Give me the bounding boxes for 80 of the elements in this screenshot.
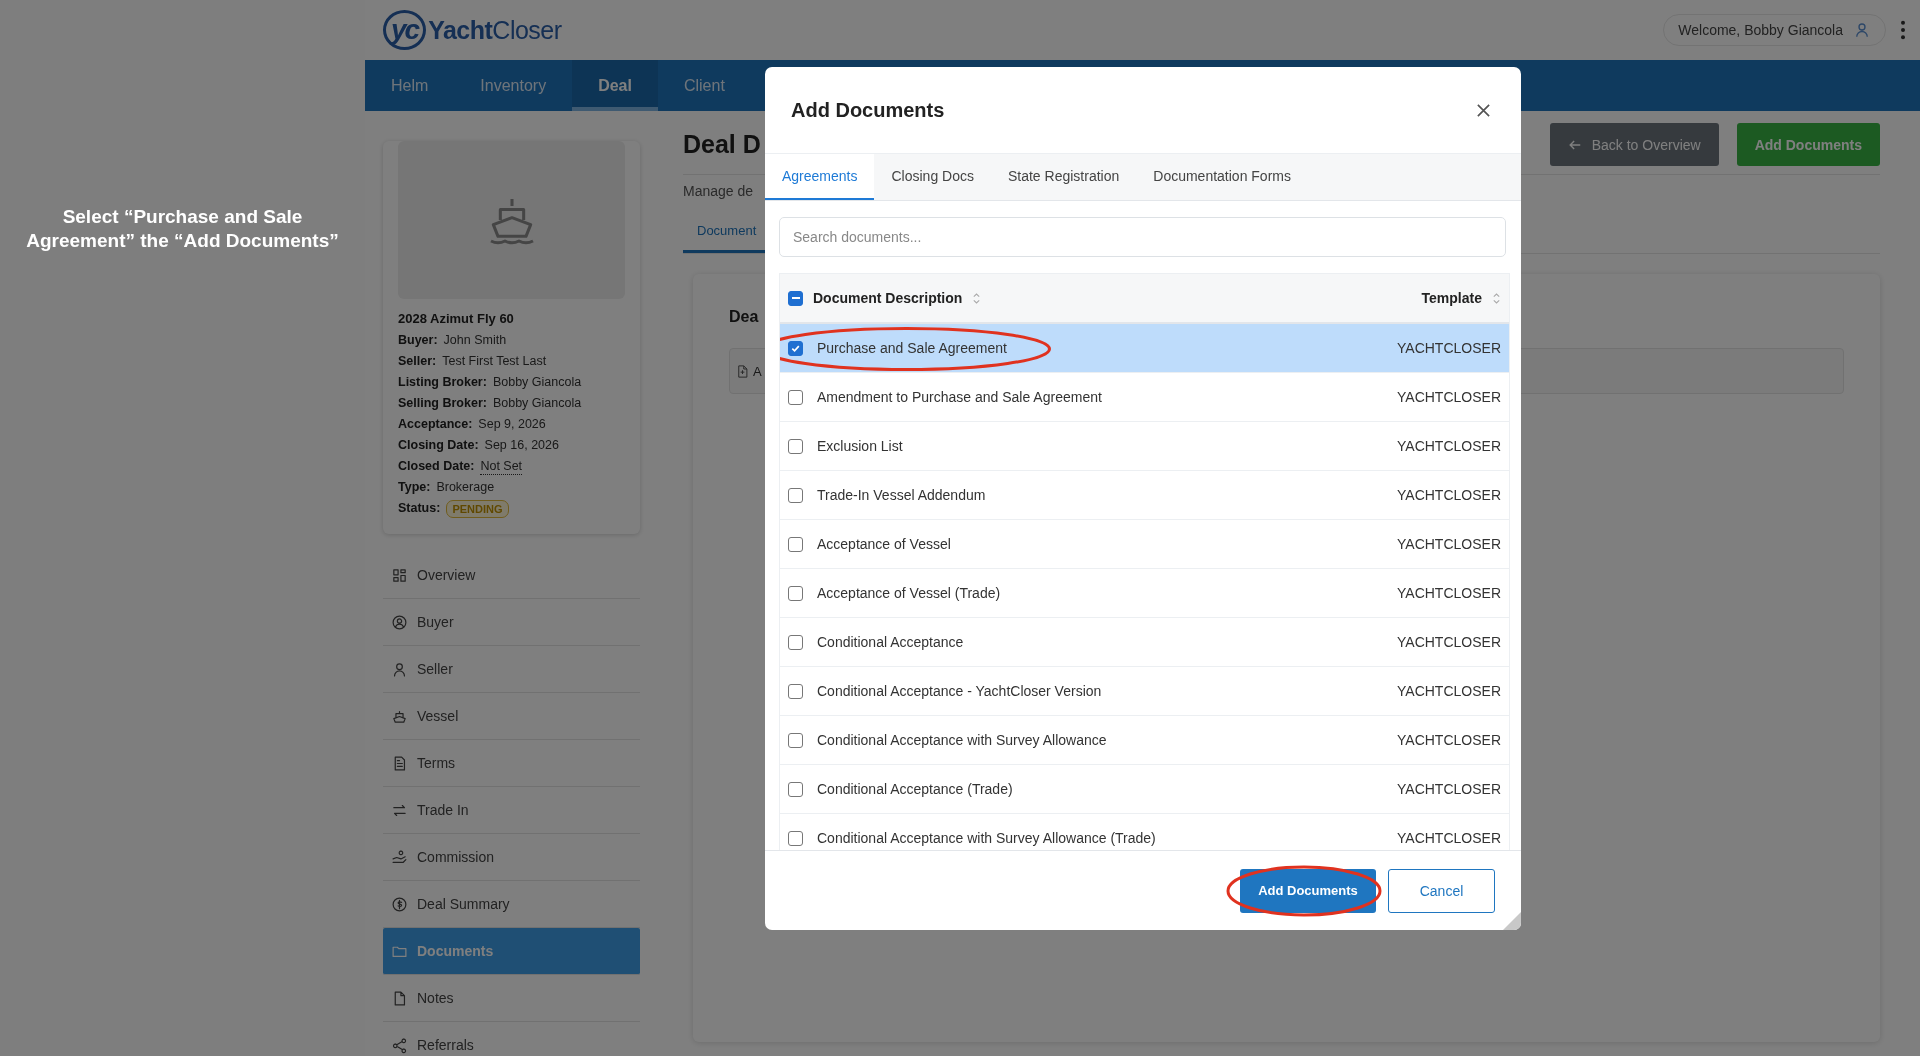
table-cell: Conditional Acceptance with Survey Allowance (Trade) bbox=[817, 830, 1156, 846]
logo-mark: yc bbox=[383, 10, 427, 50]
page-title: Deal D bbox=[683, 130, 761, 159]
field-value: Brokerage bbox=[436, 479, 495, 496]
more-icon[interactable] bbox=[1900, 20, 1906, 40]
status-badge: PENDING bbox=[446, 499, 509, 518]
user-icon bbox=[391, 660, 408, 678]
row-checkbox[interactable] bbox=[788, 732, 803, 748]
row-checkbox[interactable] bbox=[788, 781, 803, 797]
table-cell: YACHTCLOSER bbox=[1397, 536, 1501, 552]
table-cell: Conditional Acceptance - YachtCloser Version bbox=[817, 683, 1102, 699]
back-button[interactable]: Back to Overview bbox=[1549, 123, 1719, 166]
dialog-tab[interactable]: Documentation Forms bbox=[1136, 154, 1308, 200]
field-label: Closing Date: bbox=[398, 437, 479, 454]
logo-text: YachtCloser bbox=[428, 15, 562, 45]
dialog-tab[interactable]: State Registration bbox=[990, 154, 1137, 200]
table-cell: YACHTCLOSER bbox=[1397, 487, 1501, 503]
row-checkbox[interactable] bbox=[788, 683, 803, 699]
row-checkbox[interactable] bbox=[788, 830, 803, 846]
nav-tab[interactable]: Client bbox=[657, 60, 751, 111]
field-label: Selling Broker: bbox=[398, 395, 487, 412]
user-icon bbox=[1853, 21, 1871, 39]
table-cell: Acceptance of Vessel bbox=[817, 536, 951, 552]
row-checkbox[interactable] bbox=[788, 585, 803, 601]
search-field[interactable]: Search documents... bbox=[779, 217, 1506, 257]
hand-coins-icon bbox=[391, 848, 408, 866]
vessel-title: 2028 Azimut Fly 60 bbox=[398, 311, 515, 326]
close-icon[interactable] bbox=[1476, 102, 1491, 118]
add-documents-button[interactable]: Add Documents bbox=[1240, 868, 1376, 913]
field-label: Listing Broker: bbox=[398, 374, 487, 391]
field-value: Bobby Giancola bbox=[492, 374, 582, 391]
table-cell: Conditional Acceptance (Trade) bbox=[817, 781, 1013, 797]
row-checkbox[interactable] bbox=[788, 634, 803, 650]
nav-tab[interactable]: Inventory bbox=[454, 60, 573, 111]
cancel-button[interactable]: Cancel bbox=[1388, 868, 1495, 913]
grid-icon bbox=[391, 566, 408, 584]
field-label: Acceptance: bbox=[398, 416, 473, 433]
table-row[interactable]: Purchase and Sale Agreement YACHTCLOSER bbox=[780, 324, 1509, 373]
table-cell: Acceptance of Vessel (Trade) bbox=[817, 585, 1001, 601]
table-cell: YACHTCLOSER bbox=[1397, 438, 1501, 454]
field-label: Type: bbox=[398, 479, 431, 496]
row-checkbox[interactable] bbox=[788, 340, 803, 356]
dialog-tab[interactable]: Closing Docs bbox=[874, 154, 991, 200]
table-cell: YACHTCLOSER bbox=[1397, 585, 1501, 601]
field-value: Sep 16, 2026 bbox=[484, 437, 559, 454]
table-cell: YACHTCLOSER bbox=[1397, 830, 1501, 846]
field-label: Closed Date: bbox=[398, 458, 475, 475]
table-cell: Conditional Acceptance bbox=[817, 634, 964, 650]
field-label: Buyer: bbox=[398, 332, 438, 349]
nav-tab[interactable]: Deal bbox=[572, 60, 658, 111]
field-value: Bobby Giancola bbox=[492, 395, 582, 412]
column-header[interactable]: Document Description bbox=[813, 290, 963, 306]
row-checkbox[interactable] bbox=[788, 487, 803, 503]
row-checkbox[interactable] bbox=[788, 438, 803, 454]
table-cell: Conditional Acceptance with Survey Allowance bbox=[817, 732, 1107, 748]
instruction-caption: Select “Purchase and Sale Agreement” the “Add Documents” bbox=[25, 205, 340, 253]
resize-grip-icon[interactable] bbox=[1503, 912, 1521, 930]
table-cell: YACHTCLOSER bbox=[1397, 732, 1501, 748]
nav-tab[interactable]: Helm bbox=[365, 60, 455, 111]
page-subtitle: Manage de bbox=[683, 183, 755, 199]
card-title: Dea bbox=[729, 308, 760, 326]
dialog-tab[interactable]: Agreements bbox=[765, 154, 875, 200]
dialog-title: Add Documents bbox=[791, 98, 945, 122]
share-icon bbox=[391, 1036, 408, 1054]
field-label: Seller: bbox=[398, 353, 437, 370]
select-all-checkbox[interactable] bbox=[788, 290, 803, 306]
field-label: Status: bbox=[398, 500, 441, 517]
table-cell: YACHTCLOSER bbox=[1397, 683, 1501, 699]
row-checkbox[interactable] bbox=[788, 389, 803, 405]
field-value: Test First Test Last bbox=[442, 353, 547, 370]
table-cell: YACHTCLOSER bbox=[1397, 781, 1501, 797]
field-value: Sep 9, 2026 bbox=[478, 416, 546, 433]
document-icon bbox=[735, 363, 750, 379]
field-value: John Smith bbox=[443, 332, 507, 349]
field-value: Not Set bbox=[480, 458, 523, 475]
table-cell: Exclusion List bbox=[817, 438, 903, 454]
table-cell: Trade-In Vessel Addendum bbox=[817, 487, 986, 503]
row-checkbox[interactable] bbox=[788, 536, 803, 552]
column-header[interactable]: Template bbox=[1421, 290, 1482, 306]
table-cell: YACHTCLOSER bbox=[1397, 634, 1501, 650]
